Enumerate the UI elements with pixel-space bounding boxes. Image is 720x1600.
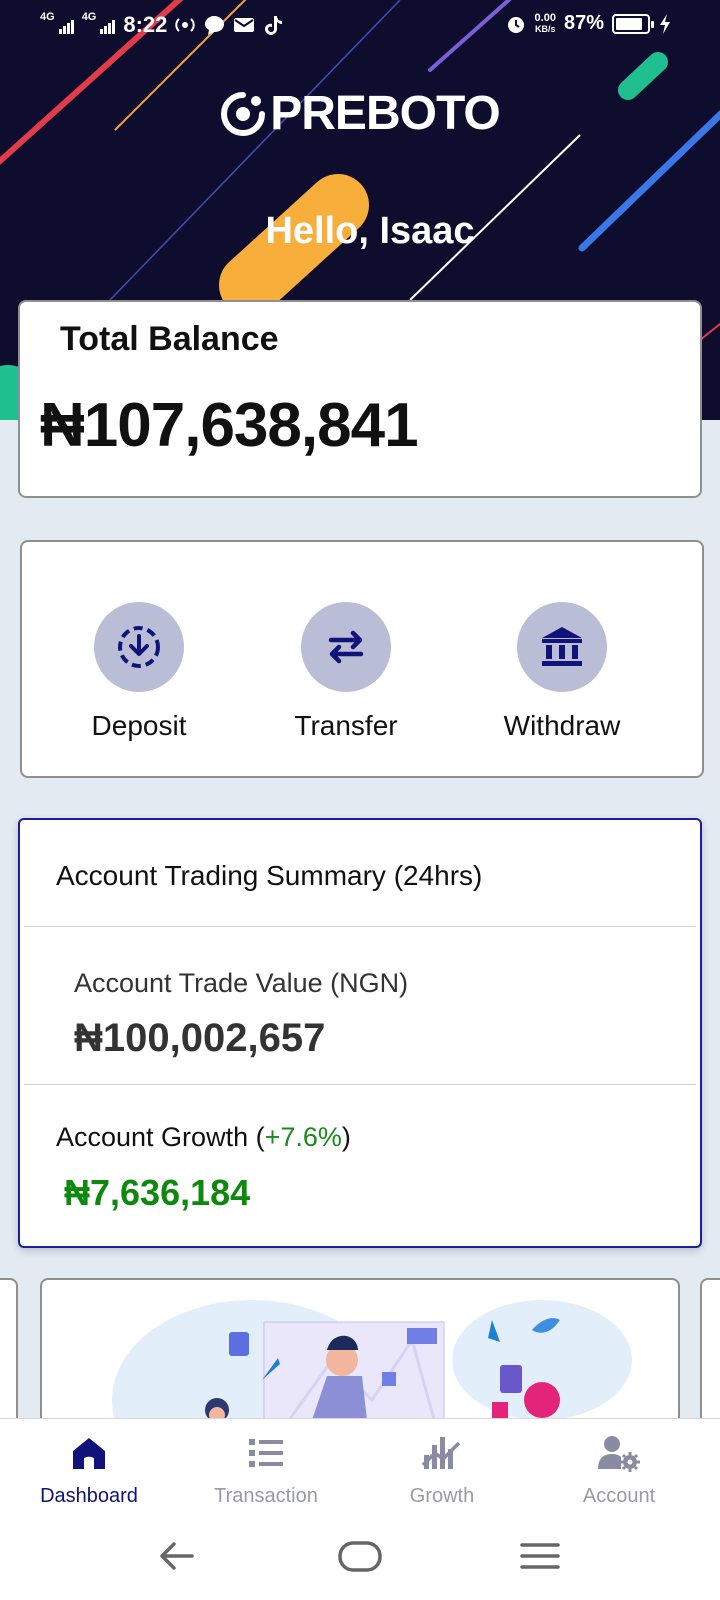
brand-logo: PREBOTO — [0, 86, 720, 141]
alarm-icon — [507, 16, 524, 33]
nav-dashboard[interactable]: Dashboard — [4, 1433, 174, 1508]
system-navigation-bar — [0, 1528, 720, 1600]
bottom-navigation: Dashboard Transaction Growth Account — [0, 1418, 720, 1528]
hotspot-icon — [175, 18, 196, 32]
clock: 8:22 — [123, 12, 168, 37]
battery-percent: 87% — [563, 12, 604, 34]
trade-value-label: Account Trade Value (NGN) — [74, 968, 409, 998]
nav-account[interactable]: Account — [534, 1433, 704, 1508]
signal-icon — [100, 16, 116, 34]
transfer-circle — [301, 602, 391, 692]
back-icon[interactable] — [160, 1542, 194, 1570]
home-button-icon[interactable] — [338, 1541, 382, 1572]
chart-icon — [421, 1437, 461, 1469]
tiktok-icon — [265, 16, 283, 35]
nav-account-label: Account — [582, 1485, 656, 1507]
promo-illustration — [112, 1300, 632, 1418]
divider — [24, 1084, 696, 1085]
growth-percent: +7.6% — [264, 1122, 342, 1152]
status-bar: 4G 4G 8:22 0.00 KB/s 87% — [0, 0, 720, 56]
list-icon — [249, 1439, 283, 1467]
deposit-circle — [94, 602, 184, 692]
withdraw-button[interactable]: Withdraw — [482, 602, 642, 742]
trade-value: ₦100,002,657 — [74, 1016, 326, 1060]
carousel-next-card[interactable] — [700, 1278, 720, 1418]
signal-icon — [58, 16, 74, 34]
promo-carousel[interactable] — [0, 1278, 720, 1418]
carousel-prev-card[interactable] — [0, 1278, 18, 1418]
mail-icon — [234, 18, 255, 32]
network-type-1: 4G — [40, 11, 55, 23]
nav-transaction[interactable]: Transaction — [181, 1433, 351, 1508]
user-settings-icon — [598, 1436, 640, 1472]
balance-value: ₦107,638,841 — [40, 391, 419, 460]
network-speed: 0.00 KB/s — [534, 11, 556, 35]
deposit-icon — [118, 626, 160, 668]
nav-growth-label: Growth — [409, 1485, 475, 1507]
chat-icon — [205, 16, 225, 35]
growth-label-close: ) — [341, 1122, 351, 1152]
withdraw-circle — [517, 602, 607, 692]
promo-banner[interactable] — [40, 1278, 680, 1418]
nav-transaction-label: Transaction — [214, 1485, 318, 1507]
greeting: Hello, Isaac — [265, 210, 475, 252]
growth-label: Account Growth (+7.6%) — [56, 1122, 351, 1153]
deposit-label: Deposit — [91, 710, 187, 741]
preboto-logo-icon — [221, 91, 266, 136]
network-type-2: 4G — [81, 11, 97, 23]
withdraw-label: Withdraw — [503, 710, 621, 741]
transfer-icon — [328, 630, 364, 664]
nav-growth[interactable]: Growth — [357, 1433, 527, 1508]
menu-icon[interactable] — [520, 1543, 560, 1569]
transfer-label: Transfer — [294, 710, 398, 741]
bank-icon — [542, 627, 582, 666]
growth-value: ₦7,636,184 — [64, 1172, 251, 1213]
nav-dashboard-label: Dashboard — [40, 1485, 138, 1507]
quick-actions-card: Deposit Transfer Withdraw — [20, 540, 704, 778]
trading-summary-card: Account Trading Summary (24hrs) Account … — [18, 818, 702, 1248]
growth-label-text: Account Growth ( — [56, 1122, 265, 1152]
divider — [24, 926, 696, 927]
speed-value: 0.00 — [534, 11, 556, 24]
speed-unit: KB/s — [535, 23, 556, 34]
battery-icon — [612, 13, 654, 34]
balance-label: Total Balance — [60, 320, 279, 358]
charging-icon — [660, 13, 670, 34]
summary-title: Account Trading Summary (24hrs) — [56, 860, 483, 891]
home-icon — [73, 1438, 105, 1469]
system-nav-icons — [160, 1541, 560, 1572]
balance-card: Total Balance ₦107,638,841 — [18, 300, 702, 498]
deposit-button[interactable]: Deposit — [59, 602, 219, 742]
transfer-button[interactable]: Transfer — [266, 602, 426, 742]
brand-name: PREBOTO — [270, 87, 500, 140]
